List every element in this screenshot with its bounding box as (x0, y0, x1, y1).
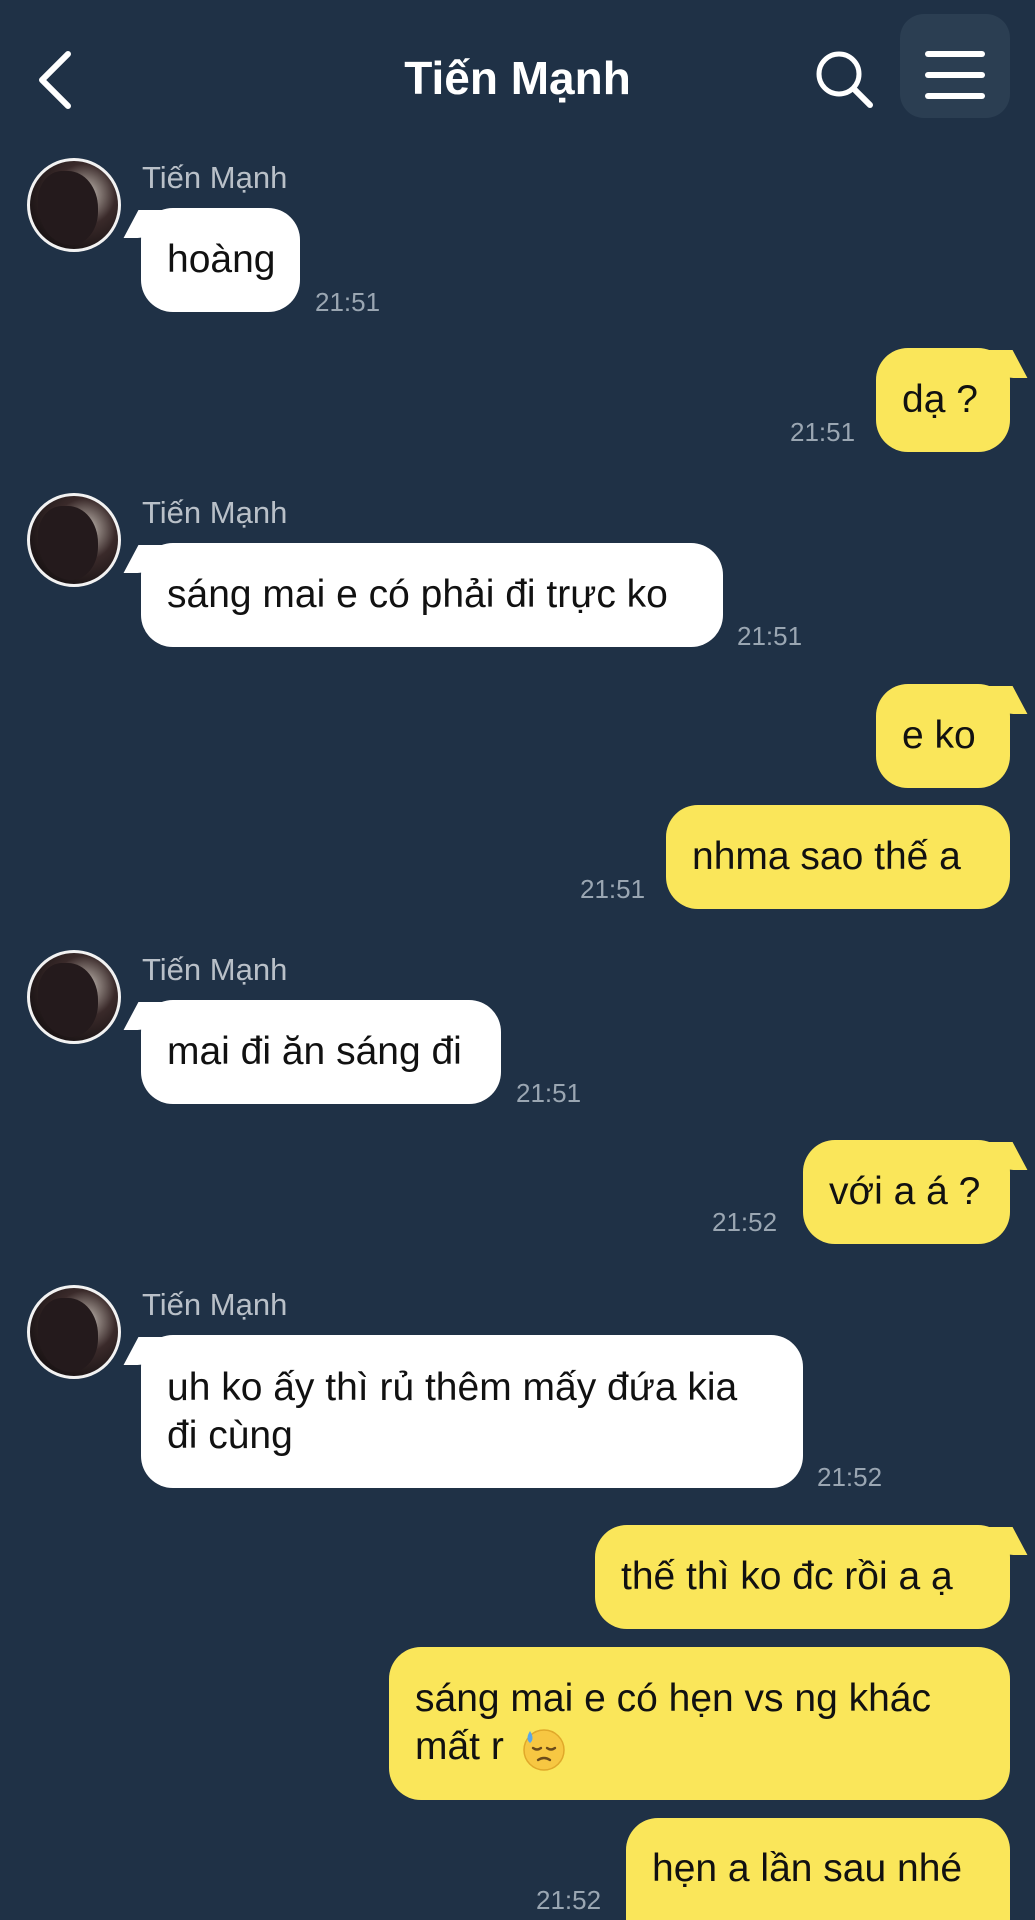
message-text: uh ko ấy thì rủ thêm mấy đứa kia đi cùng (167, 1365, 738, 1457)
message-timestamp: 21:51 (516, 1078, 582, 1108)
outgoing-message-bubble[interactable]: dạ ? (876, 348, 1028, 452)
contact-avatar[interactable] (27, 1285, 121, 1379)
contact-avatar[interactable] (27, 950, 121, 1044)
search-icon (816, 51, 873, 108)
outgoing-message-bubble[interactable]: thế thì ko đc rồi a ạ (595, 1525, 1028, 1629)
outgoing-message-bubble[interactable]: e ko (876, 684, 1028, 788)
message-text: e ko (902, 714, 976, 757)
message-timestamp: 21:52 (817, 1462, 883, 1492)
message-text: hẹn a lần sau nhé (652, 1847, 963, 1890)
message-text: sáng mai e có phải đi trực ko (167, 573, 668, 616)
message-text: nhma sao thế a (692, 835, 961, 878)
message-timestamp: 21:51 (737, 621, 803, 651)
menu-button[interactable] (900, 14, 1010, 118)
message-text-wrap: sáng mai e có hẹn vs ng khác mất r (415, 1675, 984, 1772)
sender-name: Tiến Mạnh (142, 160, 288, 195)
incoming-message-bubble[interactable]: hoàng (123, 208, 300, 312)
outgoing-message-bubble[interactable]: hẹn a lần sau nhé (626, 1818, 1010, 1920)
sender-name: Tiến Mạnh (142, 495, 288, 530)
search-button[interactable] (810, 45, 880, 115)
outgoing-message-bubble[interactable]: sáng mai e có hẹn vs ng khác mất r (389, 1647, 1010, 1800)
chat-header: Tiến Mạnh (0, 0, 1035, 150)
message-text: hoàng (167, 238, 276, 281)
message-timestamp: 21:51 (315, 287, 381, 317)
message-timestamp: 21:52 (712, 1207, 778, 1237)
outgoing-message-bubble[interactable]: với a á ? (803, 1140, 1028, 1244)
incoming-message-bubble[interactable]: uh ko ấy thì rủ thêm mấy đứa kia đi cùng (123, 1335, 803, 1488)
message-text: thế thì ko đc rồi a ạ (621, 1555, 953, 1598)
contact-avatar[interactable] (27, 158, 121, 252)
incoming-message-bubble[interactable]: sáng mai e có phải đi trực ko (123, 543, 723, 647)
message-timestamp: 21:51 (580, 874, 646, 904)
contact-avatar[interactable] (27, 493, 121, 587)
message-text: sáng mai e có hẹn vs ng khác mất r (415, 1677, 931, 1769)
outgoing-message-bubble[interactable]: nhma sao thế a (666, 805, 1010, 909)
message-timestamp: 21:52 (536, 1885, 602, 1915)
message-text: mai đi ăn sáng đi (167, 1030, 462, 1073)
downcast-face-with-sweat-icon (522, 1729, 565, 1771)
message-timestamp: 21:51 (790, 417, 856, 447)
message-text: dạ ? (902, 378, 978, 421)
message-text: với a á ? (829, 1170, 981, 1213)
sender-name: Tiến Mạnh (142, 952, 288, 987)
incoming-message-bubble[interactable]: mai đi ăn sáng đi (123, 1000, 501, 1104)
sender-name: Tiến Mạnh (142, 1287, 288, 1322)
hamburger-menu-icon (925, 51, 985, 99)
